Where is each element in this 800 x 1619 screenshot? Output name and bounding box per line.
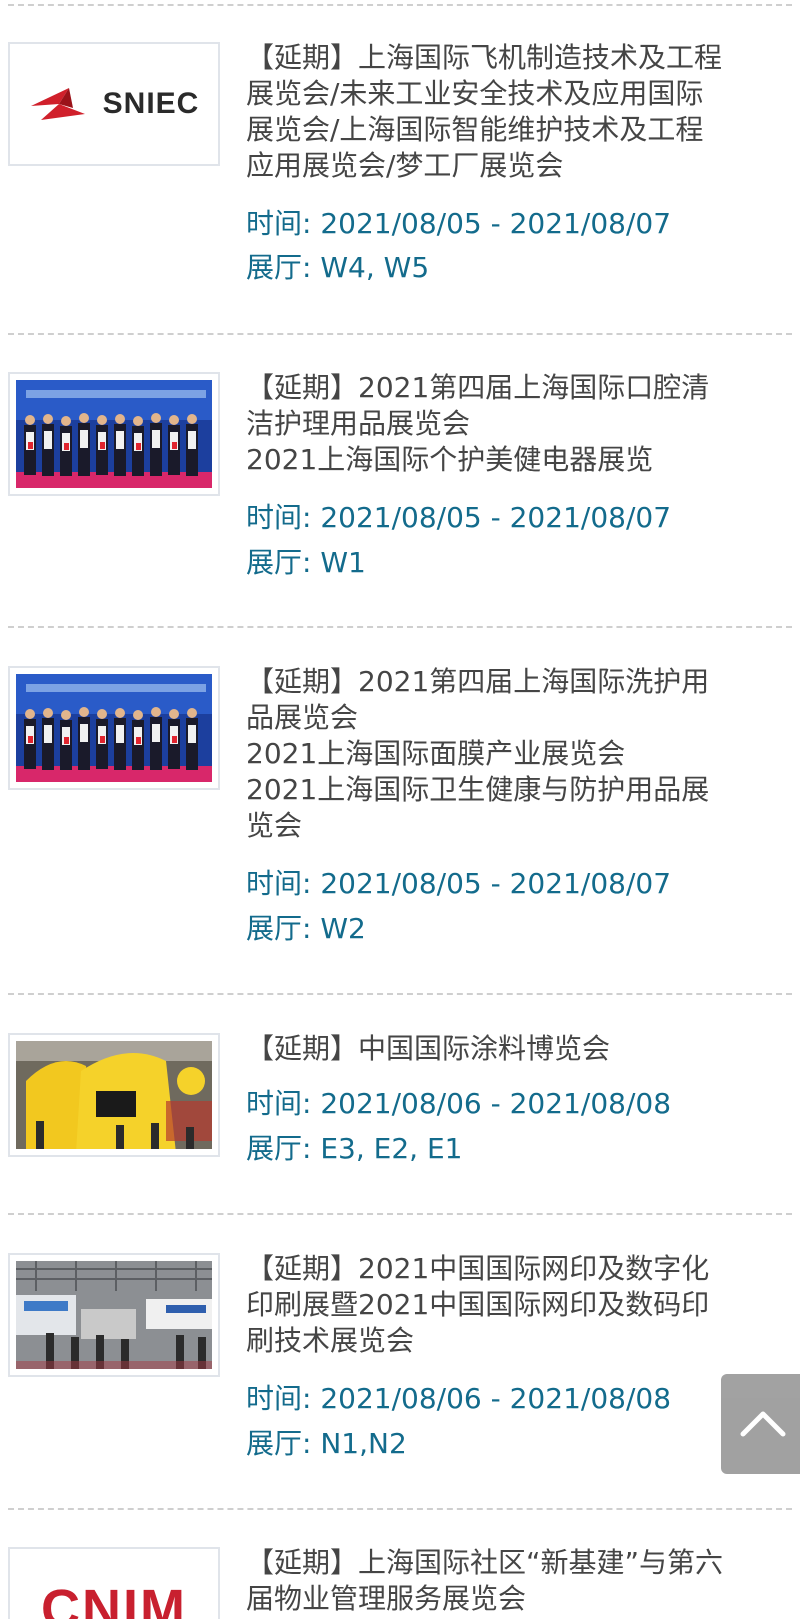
- divider: [8, 1213, 792, 1215]
- exhibition-time: 时间: 2021/08/06 - 2021/08/08: [246, 1382, 672, 1415]
- exhibition-hall: 展厅: N1,N2: [246, 1427, 407, 1460]
- exhibition-title[interactable]: 【延期】中国国际涂料博览会: [246, 1031, 766, 1067]
- divider: [8, 333, 792, 335]
- exhibition-hall: 展厅: W4, W5: [246, 251, 430, 284]
- exhibition-time: 时间: 2021/08/05 - 2021/08/07: [246, 207, 672, 240]
- sniec-logo-text: SNIEC: [102, 87, 200, 120]
- exhibition-time: 时间: 2021/08/06 - 2021/08/08: [246, 1087, 672, 1120]
- exhibition-thumbnail[interactable]: SNIEC: [8, 42, 220, 166]
- exhibition-thumbnail[interactable]: [8, 666, 220, 790]
- exhibition-time: 时间: 2021/08/05 - 2021/08/07: [246, 501, 672, 534]
- exhibition-title[interactable]: 【延期】上海国际飞机制造技术及工程 展览会/未来工业安全技术及应用国际 展览会/…: [246, 40, 766, 184]
- exhibition-hall-photo: [16, 1261, 212, 1369]
- exhibition-thumbnail[interactable]: CNIM: [8, 1547, 220, 1619]
- coatings-booth-photo: [16, 1041, 212, 1149]
- award-ceremony-photo: [16, 380, 212, 488]
- cnim-logo: CNIM: [10, 1549, 218, 1619]
- exhibition-time: 时间: 2021/08/05 - 2021/08/07: [246, 867, 672, 900]
- exhibition-hall: 展厅: W2: [246, 912, 366, 945]
- exhibition-hall: 展厅: W1: [246, 546, 366, 579]
- sniec-mark-icon: [29, 84, 91, 124]
- divider: [8, 4, 792, 6]
- exhibition-thumbnail[interactable]: [8, 372, 220, 496]
- divider: [8, 626, 792, 628]
- award-ceremony-photo: [16, 674, 212, 782]
- exhibition-list: SNIEC 【延期】上海国际飞机制造技术及工程 展览会/未来工业安全技术及应用国…: [0, 0, 800, 1619]
- exhibition-thumbnail[interactable]: [8, 1033, 220, 1157]
- exhibition-title[interactable]: 【延期】2021中国国际网印及数字化 印刷展暨2021中国国际网印及数码印 刷技…: [246, 1251, 766, 1359]
- sniec-logo: SNIEC: [10, 44, 218, 164]
- exhibition-title[interactable]: 【延期】2021第四届上海国际洗护用 品展览会 2021上海国际面膜产业展览会 …: [246, 664, 766, 844]
- divider: [8, 1508, 792, 1510]
- exhibition-title[interactable]: 【延期】2021第四届上海国际口腔清 洁护理用品展览会 2021上海国际个护美健…: [246, 370, 766, 478]
- cnim-logo-text: CNIM: [41, 1579, 187, 1619]
- divider: [8, 993, 792, 995]
- exhibition-thumbnail[interactable]: [8, 1253, 220, 1377]
- exhibition-hall: 展厅: E3, E2, E1: [246, 1132, 463, 1165]
- chevron-up-icon: [740, 1411, 786, 1437]
- exhibition-title[interactable]: 【延期】上海国际社区“新基建”与第六 届物业管理服务展览会: [246, 1545, 766, 1617]
- back-to-top-button[interactable]: [721, 1374, 800, 1474]
